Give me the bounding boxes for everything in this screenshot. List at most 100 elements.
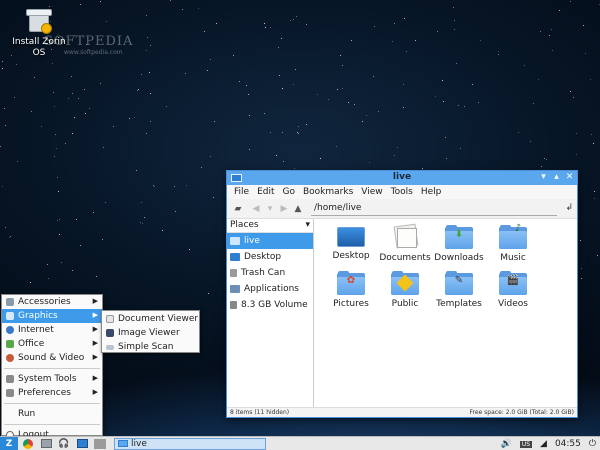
drive-icon	[230, 301, 237, 309]
file-item-videos[interactable]: 🎬 Videos	[486, 271, 540, 309]
menu-bookmarks[interactable]: Bookmarks	[299, 185, 357, 199]
file-label: Music	[500, 253, 526, 263]
menu-edit[interactable]: Edit	[253, 185, 278, 199]
system-tray: 🔊 US ◢ 04:55 ⏻	[501, 437, 596, 450]
clock[interactable]: 04:55	[555, 439, 581, 449]
menu-tools[interactable]: Tools	[387, 185, 417, 199]
maximize-icon[interactable]: ▴	[551, 172, 562, 183]
places-item-applications[interactable]: Applications	[227, 281, 313, 297]
places-item-live[interactable]: live	[227, 233, 313, 249]
applications-icon	[230, 285, 240, 293]
menu-item-graphics[interactable]: Graphics ▶	[2, 309, 102, 323]
parent-folder-icon[interactable]: ▲	[291, 204, 305, 214]
go-icon[interactable]: ↲	[565, 203, 573, 213]
places-sidebar: Places ▾ live Desktop Trash Can Applicat…	[227, 219, 314, 407]
workspace-icon[interactable]	[92, 438, 108, 450]
start-button[interactable]: Z	[0, 436, 18, 450]
file-label: Public	[391, 299, 419, 309]
menu-item-label: Accessories	[18, 297, 71, 307]
menu-file[interactable]: File	[230, 185, 253, 199]
show-desktop-icon[interactable]	[74, 438, 90, 450]
places-header-label: Places	[230, 220, 259, 230]
file-item-pictures[interactable]: ✿ Pictures	[324, 271, 378, 309]
menu-separator	[4, 424, 100, 425]
submenu-arrow-icon: ▶	[92, 388, 98, 396]
volume-icon[interactable]: 🔊	[501, 439, 512, 449]
music-player-icon[interactable]: 🎧	[56, 438, 72, 450]
status-bar: 8 items (11 hidden) Free space: 2.0 GiB …	[227, 407, 577, 417]
submenu-arrow-icon: ▶	[92, 311, 98, 319]
watermark-url: www.softpedia.com	[64, 49, 123, 56]
image-viewer-icon	[106, 329, 114, 337]
file-item-documents[interactable]: Documents	[378, 223, 432, 263]
places-item-label: live	[244, 236, 260, 246]
power-icon[interactable]: ⏻	[589, 439, 596, 449]
window-titlebar[interactable]: live ▾ ▴ ✕	[227, 171, 577, 185]
chrome-icon[interactable]	[20, 438, 36, 450]
menu-separator	[4, 403, 100, 404]
menu-item-preferences[interactable]: Preferences ▶	[2, 386, 102, 400]
menu-item-internet[interactable]: Internet ▶	[2, 323, 102, 337]
status-free-space: Free space: 2.0 GiB (Total: 2.0 GiB)	[469, 409, 574, 416]
menu-item-label: Sound & Video	[18, 353, 85, 363]
menu-item-system-tools[interactable]: System Tools ▶	[2, 372, 102, 386]
menu-item-run[interactable]: Run	[2, 407, 102, 421]
installer-icon	[26, 6, 52, 34]
keyboard-layout[interactable]: US	[519, 440, 533, 448]
menu-item-accessories[interactable]: Accessories ▶	[2, 295, 102, 309]
menu-item-label: Office	[18, 339, 45, 349]
new-tab-icon[interactable]: ▰	[231, 204, 245, 214]
music-folder-icon: ♪	[499, 223, 527, 249]
folder-icon	[118, 440, 128, 447]
forward-icon[interactable]: ▶	[277, 204, 291, 214]
menu-item-label: Graphics	[18, 311, 58, 321]
desktop-folder-icon	[337, 225, 365, 247]
places-header[interactable]: Places ▾	[227, 219, 313, 233]
submenu-item-document-viewer[interactable]: Document Viewer	[102, 312, 199, 326]
menu-view[interactable]: View	[357, 185, 386, 199]
menu-item-label: Run	[18, 409, 36, 419]
places-item-volume[interactable]: 8.3 GB Volume	[227, 297, 313, 313]
watermark: SOFTPEDIA www.softpedia.com	[44, 34, 133, 56]
file-label: Videos	[498, 299, 528, 309]
menu-separator	[4, 368, 100, 369]
menu-item-label: Preferences	[18, 388, 71, 398]
submenu-item-simple-scan[interactable]: Simple Scan	[102, 340, 199, 354]
menu-item-office[interactable]: Office ▶	[2, 337, 102, 351]
history-icon[interactable]: ▾	[263, 204, 277, 214]
file-item-templates[interactable]: ✎ Templates	[432, 271, 486, 309]
minimize-icon[interactable]: ▾	[538, 172, 549, 183]
window-panes: Places ▾ live Desktop Trash Can Applicat…	[227, 219, 577, 407]
close-icon[interactable]: ✕	[564, 172, 575, 183]
places-item-trash[interactable]: Trash Can	[227, 265, 313, 281]
downloads-folder-icon: ⬇	[445, 225, 473, 249]
places-item-label: 8.3 GB Volume	[241, 300, 308, 310]
file-item-downloads[interactable]: ⬇ Downloads	[432, 225, 486, 263]
taskbar-window-live[interactable]: live	[114, 437, 266, 450]
back-icon[interactable]: ◀	[249, 204, 263, 214]
file-item-desktop[interactable]: Desktop	[324, 225, 378, 263]
menu-item-label: Image Viewer	[118, 328, 180, 338]
menu-go[interactable]: Go	[279, 185, 299, 199]
preferences-icon	[6, 389, 14, 397]
places-item-desktop[interactable]: Desktop	[227, 249, 313, 265]
file-grid: Desktop Documents ⬇ Downloads ♪ Music ✿ …	[324, 223, 540, 309]
chevron-down-icon: ▾	[305, 220, 310, 230]
submenu-arrow-icon: ▶	[92, 339, 98, 347]
file-item-music[interactable]: ♪ Music	[486, 223, 540, 263]
window-title: live	[392, 172, 412, 182]
path-bar[interactable]: /home/live	[311, 202, 557, 216]
start-menu: Accessories ▶ Graphics ▶ Internet ▶ Offi…	[1, 294, 103, 440]
file-item-public[interactable]: Public	[378, 271, 432, 309]
menu-help[interactable]: Help	[417, 185, 446, 199]
taskbar: Z 🎧 live 🔊 US ◢ 04:55 ⏻	[0, 436, 600, 450]
submenu-item-image-viewer[interactable]: Image Viewer	[102, 326, 199, 340]
trash-icon	[230, 269, 237, 277]
network-icon[interactable]: ◢	[540, 439, 547, 449]
system-tools-icon	[6, 375, 14, 383]
templates-folder-icon: ✎	[445, 271, 473, 295]
menu-item-sound-video[interactable]: Sound & Video ▶	[2, 351, 102, 365]
file-label: Pictures	[333, 299, 369, 309]
submenu-arrow-icon: ▶	[92, 374, 98, 382]
files-icon[interactable]	[38, 438, 54, 450]
